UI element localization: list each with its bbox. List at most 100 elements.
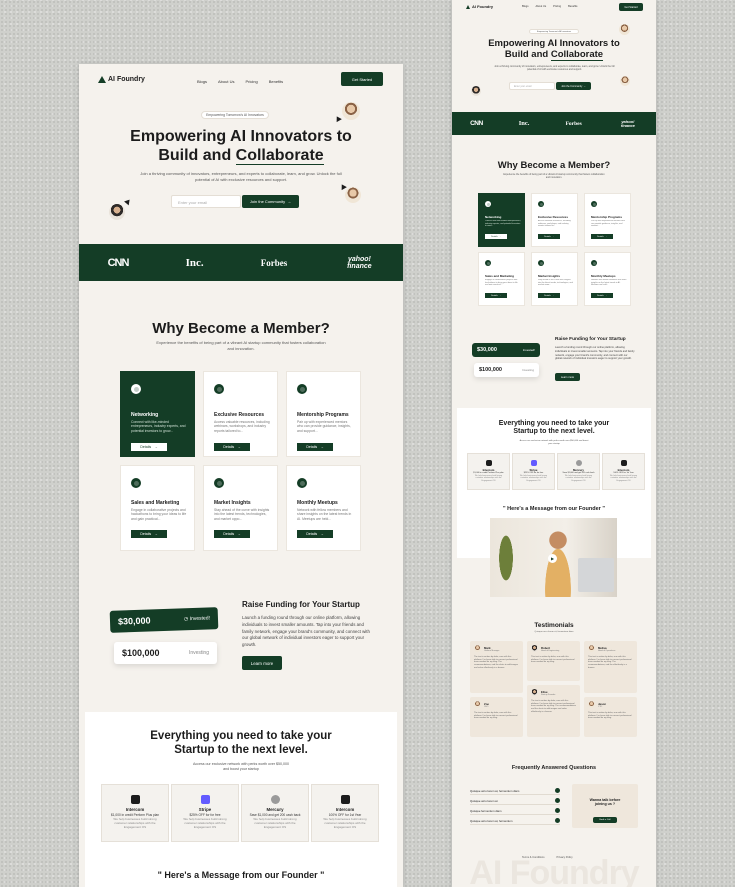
perk-card-intercom[interactable]: Intercom $1,000 in credit Perform Plus p…	[101, 784, 169, 842]
details-button[interactable]: Details →	[297, 443, 333, 451]
member-card-resources[interactable]: Exclusive Resources Access valuable reso…	[203, 371, 278, 457]
hero-title-line1: Empowering AI Innovators to	[488, 38, 620, 49]
details-button[interactable]: Details →	[214, 443, 250, 451]
member-card-mentorship[interactable]: Mentorship Programs Pair up with experie…	[286, 371, 361, 457]
globe-icon	[485, 260, 491, 266]
card-desc: Network with fellow members and share in…	[297, 508, 352, 521]
avatar-top-right	[342, 102, 360, 120]
details-button[interactable]: Details →	[297, 530, 333, 538]
perk-card-mercury[interactable]: Mercury Save $1,000 and get 200 cash bac…	[241, 784, 309, 842]
plus-icon	[555, 808, 560, 813]
faq-question: Quisque arcu lorem at, fermentum	[470, 818, 513, 823]
logo-forbes: Forbes	[260, 257, 288, 268]
testimonial-role: Uniform Manager	[484, 649, 500, 652]
details-button[interactable]: Details →	[538, 293, 560, 298]
join-community-button[interactable]: Join the Community →	[242, 195, 299, 208]
investing-status: Investing	[521, 368, 534, 372]
nav-blogs[interactable]: Blogs	[197, 79, 207, 84]
get-started-button[interactable]: Get Started	[619, 3, 643, 11]
faq-question: Quisque arcu lorem at, fermentum diam	[470, 788, 520, 793]
founder-video[interactable]: ▶	[490, 518, 617, 597]
perk-card-stripe[interactable]: Stripe $25% OFF for for free We help bus…	[512, 453, 555, 490]
details-label: Details	[306, 445, 318, 449]
press-logos-band: CNN Inc. Forbes yahoo! finance	[452, 112, 656, 135]
nav-about[interactable]: About Us	[536, 5, 547, 8]
nav-pricing[interactable]: Pricing	[245, 79, 257, 84]
arrow-right-icon: →	[287, 199, 292, 204]
logo[interactable]: AI Foundry	[98, 76, 145, 83]
investing-amount: $100,000	[122, 648, 160, 658]
hero-title-line1: Empowering AI Innovators to	[130, 128, 352, 145]
member-card-sales[interactable]: Sales and Marketing Engage in collaborat…	[120, 465, 195, 551]
details-button[interactable]: Details →	[214, 530, 250, 538]
testimonial-author: Zoe CEO	[484, 702, 489, 708]
details-button[interactable]: Details →	[131, 530, 167, 538]
member-card-networking[interactable]: Networking Connect with like-minded entr…	[120, 371, 195, 457]
member-title: Why Become a Member?	[497, 160, 611, 171]
learn-more-button[interactable]: Learn more	[242, 656, 282, 670]
member-card-meetups[interactable]: Monthly Meetups Network with fellow memb…	[286, 465, 361, 551]
nav-benefits[interactable]: Benefits	[568, 5, 577, 8]
email-input[interactable]: Enter your email	[509, 82, 555, 90]
details-label: Details	[544, 294, 551, 297]
card-title: Networking	[485, 215, 502, 219]
member-card-insights[interactable]: Market Insights Stay ahead of the curve …	[531, 252, 578, 306]
perk-desc: We help businesses build strong customer…	[609, 474, 638, 482]
details-button[interactable]: Details →	[485, 234, 507, 239]
card-desc: Connect with like-minded entrepreneurs, …	[485, 220, 521, 226]
testimonial-card: Melisa Head of Operations This text is wr…	[584, 641, 637, 693]
invested-status-text: Invested!	[189, 615, 211, 623]
perk-card-intercom[interactable]: Intercom $1,000 in credit Perform Plus p…	[467, 453, 510, 490]
book-call-button[interactable]: Book a Call	[593, 816, 617, 823]
hero-title-highlight: Collaborate	[550, 49, 604, 62]
press-logos-band: CNN Inc. Forbes yahoo! finance	[79, 244, 403, 281]
perk-card-stripe[interactable]: Stripe $25% OFF for for free We help bus…	[171, 784, 239, 842]
get-started-button[interactable]: Get Started	[341, 72, 383, 86]
perk-desc: We help businesses build strong customer…	[474, 474, 503, 482]
details-button[interactable]: Details →	[485, 293, 507, 298]
faq-item[interactable]: Quisque fermentum diam	[470, 807, 560, 815]
card-desc: Connect with like-minded entrepreneurs, …	[131, 420, 186, 433]
details-button[interactable]: Details →	[538, 234, 560, 239]
arrow-right-icon: →	[604, 235, 607, 238]
member-card-insights[interactable]: Market Insights Stay ahead of the curve …	[203, 465, 278, 551]
member-card-meetups[interactable]: Monthly Meetups Network with fellow memb…	[584, 252, 631, 306]
logo-yahoo: yahoo! finance	[620, 118, 635, 128]
perk-card-intercom-2[interactable]: Intercom 100% OFF for 1st Year We help b…	[311, 784, 379, 842]
details-label: Details	[223, 532, 235, 536]
logo[interactable]: AI Foundry	[466, 4, 493, 9]
email-input[interactable]: Enter your email	[171, 195, 241, 208]
nav-about[interactable]: About Us	[218, 79, 234, 84]
invested-amount: $30,000	[477, 347, 497, 353]
faq-item[interactable]: Quisque arcu lorem at, fermentum	[470, 817, 560, 825]
nav-pricing[interactable]: Pricing	[553, 5, 561, 8]
member-card-sales[interactable]: Sales and Marketing Engage in collaborat…	[478, 252, 525, 306]
join-community-button[interactable]: Join the Community →	[556, 82, 591, 90]
intercom-icon	[130, 795, 140, 804]
member-card-networking[interactable]: Networking Connect with like-minded entr…	[478, 193, 525, 247]
perk-card-intercom-2[interactable]: Intercom 100% OFF for 1st Year We help b…	[602, 453, 645, 490]
cursor-icon	[339, 182, 347, 191]
arrow-right-icon: →	[237, 532, 241, 536]
details-button[interactable]: Details →	[591, 293, 613, 298]
details-label: Details	[597, 294, 604, 297]
testimonial-author: Robert Head of Engineering	[541, 646, 559, 652]
perk-card-mercury[interactable]: Mercury Save $1,000 and get 200 cash bac…	[557, 453, 600, 490]
testimonial-text: The text is written by dolor, sum with t…	[474, 712, 518, 720]
testimonial-card: Jason CTO This text is written by dolor, …	[584, 697, 637, 737]
founder-image	[538, 526, 578, 597]
details-button[interactable]: Details →	[131, 443, 167, 451]
arrow-right-icon: →	[551, 294, 554, 297]
faq-item[interactable]: Quisque arcu lorem at, fermentum diam	[470, 787, 560, 795]
member-card-mentorship[interactable]: Mentorship Programs Pair up with experie…	[584, 193, 631, 247]
learn-more-button[interactable]: Learn more	[555, 373, 580, 381]
card-title: Market Insights	[538, 274, 561, 278]
nav-blogs[interactable]: Blogs	[522, 5, 529, 8]
details-button[interactable]: Details →	[591, 234, 613, 239]
cursor-icon	[124, 197, 132, 206]
play-icon[interactable]: ▶	[548, 554, 557, 563]
member-card-resources[interactable]: Exclusive Resources Access valuable reso…	[531, 193, 578, 247]
nav-benefits[interactable]: Benefits	[269, 79, 283, 84]
faq-item[interactable]: Quisque arcu lorem at	[470, 797, 560, 805]
logo-text: AI Foundry	[472, 4, 494, 9]
